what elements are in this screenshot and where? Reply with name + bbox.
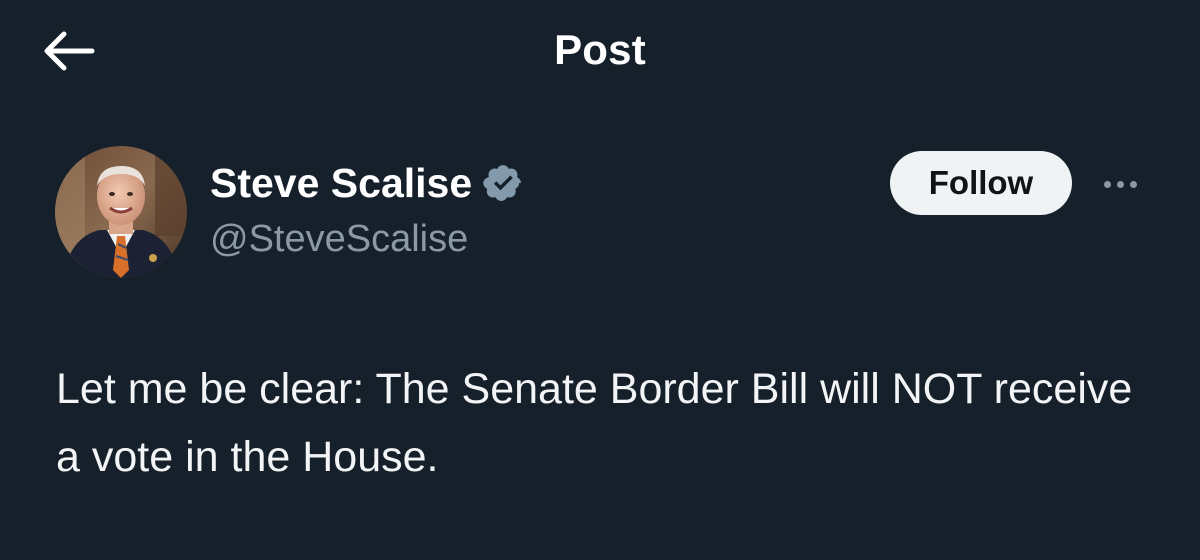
top-bar: Post [0,0,1200,100]
more-horizontal-icon-dot [1129,180,1137,188]
author-handle[interactable]: @SteveScalise [210,218,468,261]
page-title: Post [554,26,646,73]
more-horizontal-icon [1103,180,1111,188]
more-horizontal-icon-dot [1116,180,1124,188]
more-options-button[interactable] [1094,164,1146,204]
avatar-image [55,146,187,278]
author-name-row: Steve Scalise [210,158,524,208]
author-name[interactable]: Steve Scalise [210,160,472,207]
avatar[interactable] [55,146,187,278]
verified-badge-icon [482,162,524,204]
follow-button[interactable]: Follow [890,151,1072,215]
post-text: Let me be clear: The Senate Border Bill … [56,365,1133,481]
post-header: Steve Scalise @SteveScalise Follow [0,140,1200,290]
